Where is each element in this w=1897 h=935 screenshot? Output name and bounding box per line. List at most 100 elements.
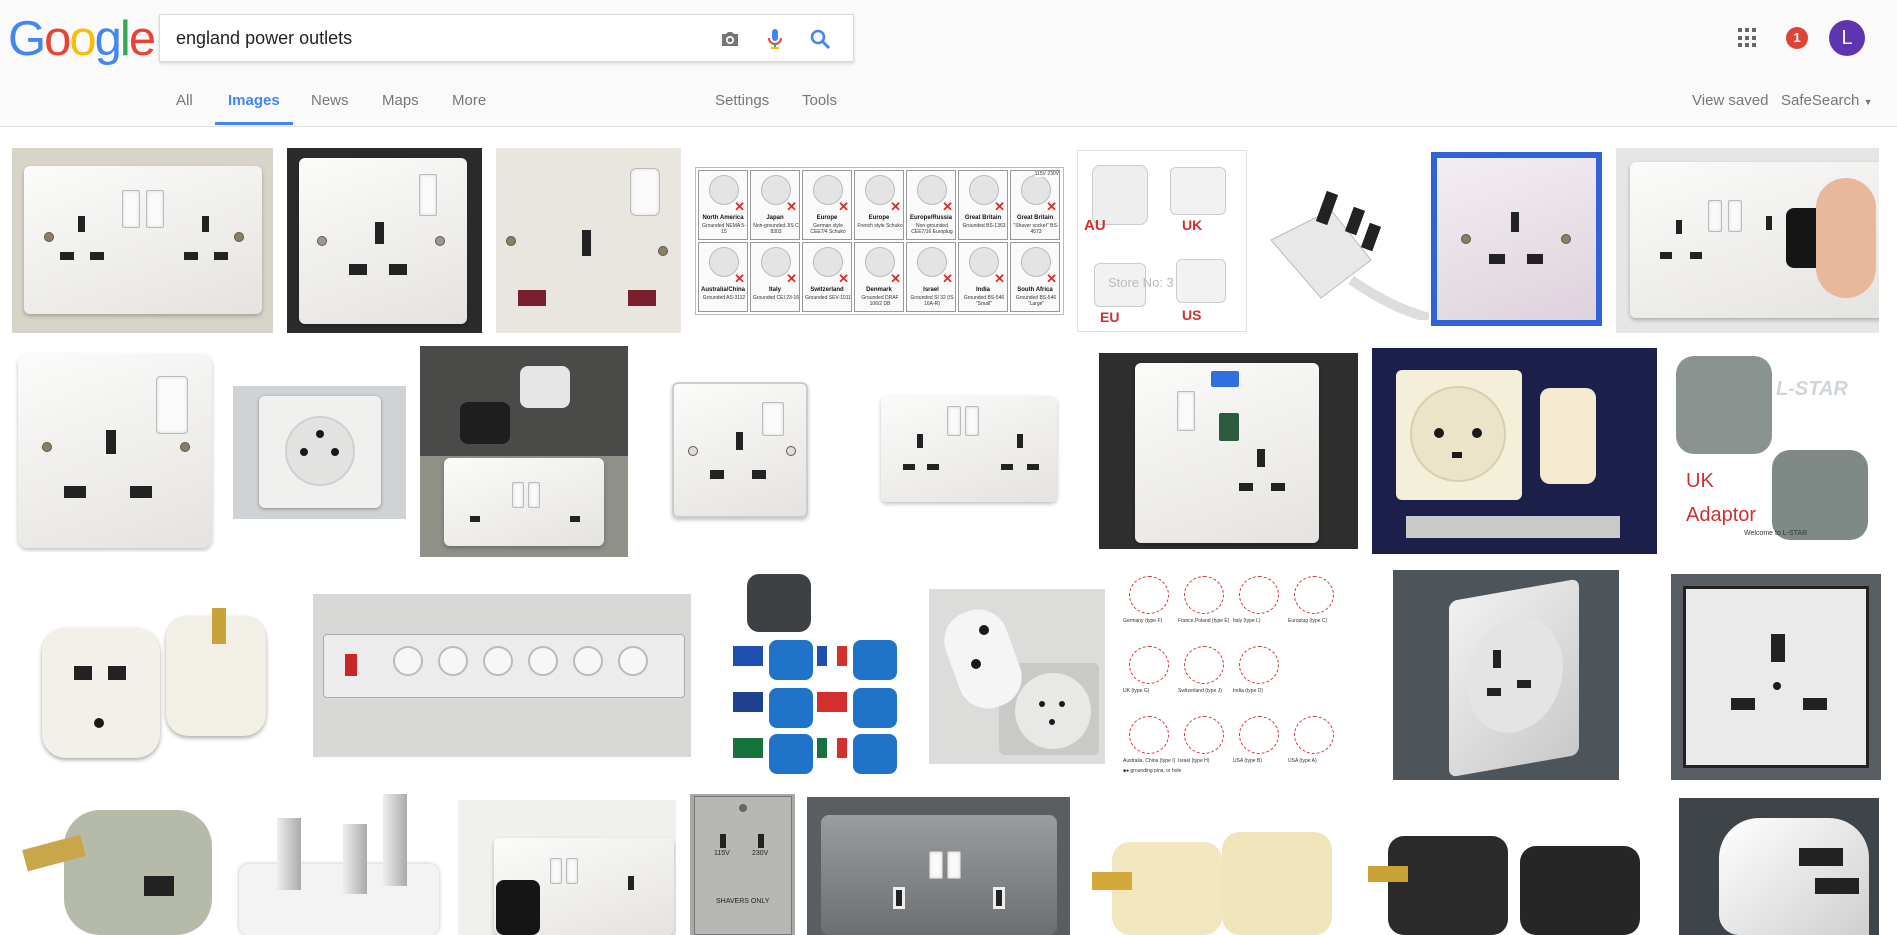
plug-chart-desc: German style CEE7/4 Schuko <box>810 223 846 235</box>
watermark: Store No: 3 <box>1108 275 1174 290</box>
plug-type-item: France,Poland (type E) <box>1178 570 1232 630</box>
image-result[interactable] <box>14 796 214 935</box>
red-x-mark: ✕ <box>994 199 1005 214</box>
plug-outline-icon <box>1129 646 1169 684</box>
image-result[interactable] <box>12 348 219 552</box>
image-result[interactable] <box>1082 812 1340 935</box>
plug-chart-name: Europe <box>816 215 838 221</box>
tab-settings[interactable]: Settings <box>715 90 769 126</box>
plug-outline-icon <box>1129 576 1169 614</box>
plug-chart-cell: ✕ Europe German style CEE7/4 Schuko <box>802 170 852 240</box>
image-result[interactable] <box>1393 570 1619 780</box>
double-socket <box>24 166 262 314</box>
adapter-label: EU <box>1100 309 1120 325</box>
plug-chart-desc: Grounded SI 32 (IS 16A-R) <box>910 295 954 307</box>
plug-chart-cell: ✕ Europe French style Schuko <box>854 170 904 240</box>
image-result[interactable] <box>1261 170 1429 320</box>
adaptor-label: Adaptor <box>1686 504 1757 526</box>
google-logo[interactable]: Google <box>8 12 156 66</box>
image-result[interactable] <box>1372 348 1657 554</box>
plug-chart-cell: ✕ North America Grounded NEMA 5-15 <box>698 170 748 240</box>
plug-chart-name: Europe <box>868 215 890 221</box>
switch <box>122 190 140 228</box>
voltage-label: 115V 230V <box>1034 171 1059 177</box>
image-result[interactable] <box>233 794 446 935</box>
tab-more[interactable]: More <box>452 90 486 126</box>
chevron-down-icon: ▼ <box>1863 97 1873 107</box>
image-result[interactable]: L-STAR UK Adaptor Welcome to L-STAR <box>1672 352 1881 549</box>
image-result[interactable] <box>12 568 278 780</box>
image-result[interactable]: ✕ North America Grounded NEMA 5-15 ✕ Japan No… <box>695 167 1064 315</box>
image-result[interactable] <box>1099 353 1358 549</box>
image-result[interactable] <box>233 386 406 519</box>
image-result[interactable]: 115V 230V SHAVERS ONLY <box>690 794 795 935</box>
image-result[interactable] <box>287 148 482 333</box>
image-result[interactable] <box>420 346 628 557</box>
plug-chart-name: Denmark <box>866 287 892 293</box>
image-result[interactable] <box>1616 148 1879 333</box>
red-x-mark: ✕ <box>838 271 849 286</box>
camera-icon[interactable] <box>718 27 742 51</box>
image-result[interactable] <box>1364 816 1652 935</box>
red-x-mark: ✕ <box>734 271 745 286</box>
image-result[interactable] <box>12 148 273 333</box>
red-x-mark: ✕ <box>942 199 953 214</box>
image-result[interactable] <box>855 378 1070 518</box>
tab-news[interactable]: News <box>311 90 349 126</box>
logo-letter: e <box>128 12 156 66</box>
microphone-icon[interactable] <box>763 27 787 51</box>
plug-type-label: Germany (type F) <box>1123 618 1163 624</box>
search-box[interactable] <box>159 14 854 62</box>
image-result[interactable] <box>642 348 841 552</box>
plug-chart-desc: Grounded CEI 23-16 <box>752 295 800 301</box>
plug-chart-name: North America <box>702 215 744 221</box>
plug-chart-name: Great Britain <box>1016 215 1054 221</box>
red-x-mark: ✕ <box>890 271 901 286</box>
plug-chart-name: Israel <box>923 287 939 293</box>
tab-all[interactable]: All <box>176 90 193 126</box>
apps-grid-icon[interactable] <box>1738 28 1758 48</box>
notifications-badge[interactable]: 1 <box>1786 27 1808 49</box>
tab-maps[interactable]: Maps <box>382 90 419 126</box>
plug-type-label: France,Poland (type E) <box>1178 618 1230 624</box>
adapter-label: AU <box>1084 217 1106 234</box>
image-result[interactable] <box>1431 152 1602 326</box>
plug-chart-desc: Grounded DRAF 106/2 DB <box>861 295 899 307</box>
tab-tools[interactable]: Tools <box>802 90 837 126</box>
image-result[interactable] <box>458 800 676 935</box>
view-saved-link[interactable]: View saved <box>1692 90 1768 126</box>
image-result[interactable]: Germany (type F) France,Poland (type E) It… <box>1115 568 1350 780</box>
voltage-label: 230V <box>752 850 769 857</box>
logo-letter: o <box>44 12 71 66</box>
search-tabs: All Images News Maps More Settings Tools… <box>0 90 1897 126</box>
plug-outline-icon <box>1129 716 1169 754</box>
plug-chart-desc: Grounded SEV-1011 <box>805 295 851 301</box>
plug-type-item: Germany (type F) <box>1123 570 1177 630</box>
plug-type-item: Italy (type L) <box>1233 570 1287 630</box>
safesearch-menu[interactable]: SafeSearch ▼ <box>1781 90 1872 126</box>
adapter-label: UK <box>1182 217 1203 233</box>
image-result[interactable]: AU UK EU US Store No: 3 <box>1077 150 1247 332</box>
image-result[interactable] <box>496 148 681 333</box>
plug-chart-desc: Grounded NEMA 5-15 <box>702 223 746 235</box>
shaver-label: SHAVERS ONLY <box>716 898 770 905</box>
red-x-mark: ✕ <box>786 199 797 214</box>
search-icon[interactable] <box>808 27 832 51</box>
plug-outline-icon <box>1239 576 1279 614</box>
plug-chart-name: Australia/China <box>700 287 745 293</box>
image-result[interactable] <box>1679 798 1879 935</box>
image-result[interactable] <box>807 797 1070 935</box>
tab-images[interactable]: Images <box>215 90 293 126</box>
plug-type-item: USA (type B) <box>1233 710 1287 770</box>
image-result[interactable] <box>725 570 900 780</box>
search-input[interactable] <box>176 15 696 61</box>
plug-type-item: Europlug (type C) <box>1288 570 1342 630</box>
avatar[interactable]: L <box>1829 20 1865 56</box>
image-result[interactable] <box>929 589 1105 764</box>
image-result[interactable] <box>313 594 691 757</box>
plug-outline-icon <box>1184 716 1224 754</box>
plug-chart-cell: ✕ Australia/China Grounded AS-3112 <box>698 242 748 312</box>
plug-outline-icon <box>1184 646 1224 684</box>
image-result[interactable] <box>1671 574 1881 780</box>
brand-watermark: L-STAR <box>1776 378 1848 400</box>
